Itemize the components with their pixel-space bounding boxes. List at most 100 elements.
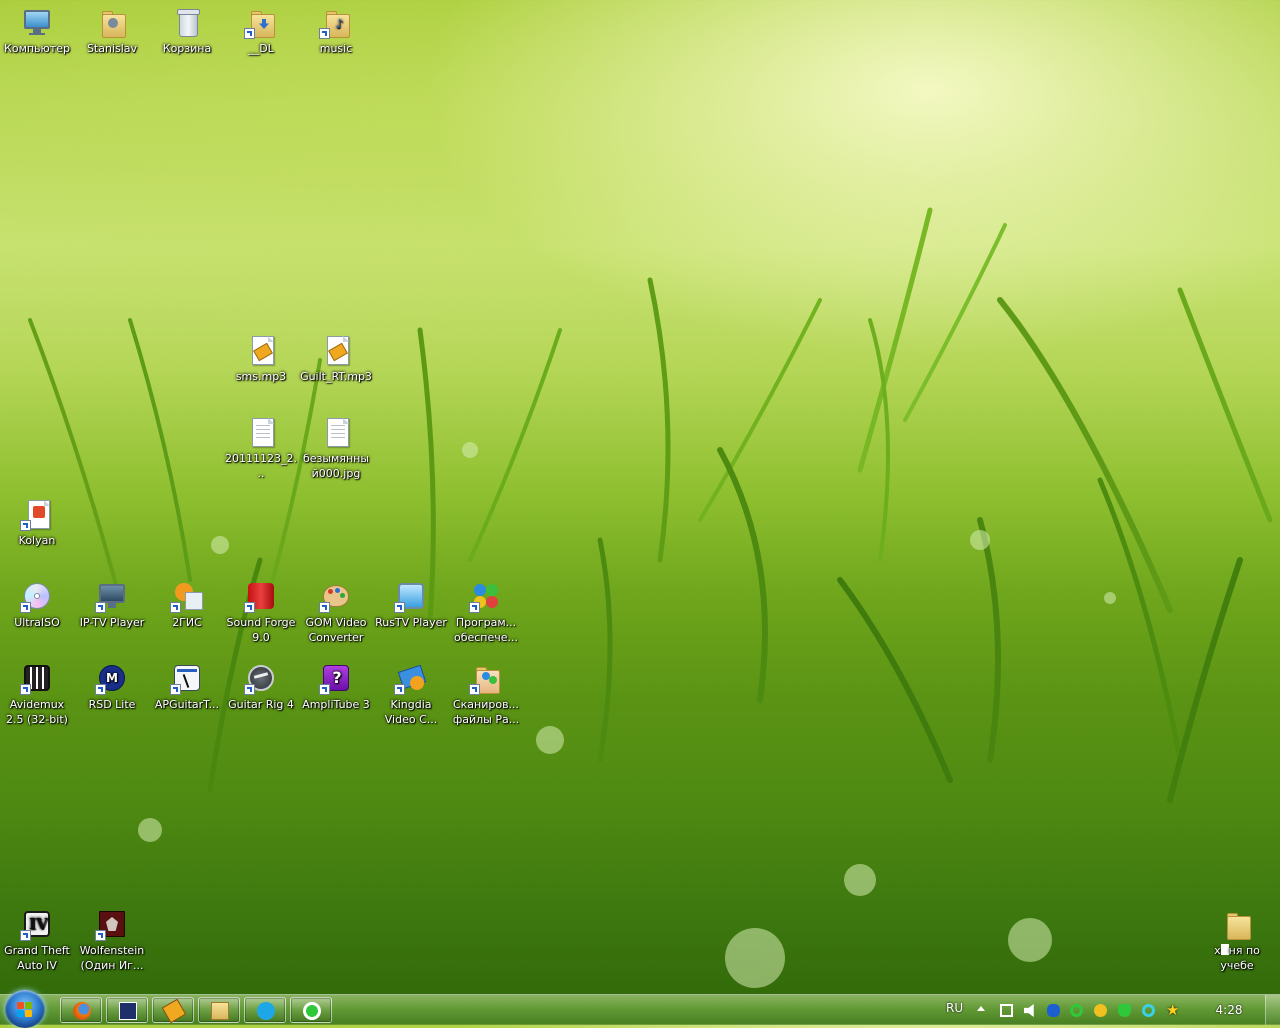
kingdia-shortcut[interactable]: Kingdia Video C...: [374, 662, 448, 727]
desktop-icon-label: Stanislav: [86, 42, 138, 55]
desktop-icon-label: UltraISO: [14, 616, 60, 629]
music-folder-shortcut[interactable]: ♪ music: [299, 6, 373, 56]
amplitube-icon: ?: [319, 662, 352, 695]
taskbar-icq-button[interactable]: [290, 997, 332, 1023]
image-file-icon: [245, 416, 277, 448]
start-button[interactable]: [5, 990, 45, 1028]
iptv-player-shortcut[interactable]: IP-TV Player: [75, 580, 149, 630]
desktop-icon-label: Kingdia Video C...: [384, 698, 438, 726]
gom-converter-shortcut[interactable]: GOM Video Converter: [299, 580, 373, 645]
messenger-icon[interactable]: [1142, 1004, 1155, 1017]
desktop-icon-label: безымянный000.jpg: [302, 452, 370, 480]
tv-icon: [95, 580, 128, 613]
explorer-icon: [211, 1002, 229, 1020]
disc-icon: [20, 580, 53, 613]
taskbar-jump-button[interactable]: [106, 997, 148, 1023]
user-folder-icon: [96, 6, 128, 38]
taskbar-firefox-button[interactable]: [60, 997, 102, 1023]
image-file-icon: [320, 416, 352, 448]
desktop-icon-label: music: [319, 42, 353, 55]
clock[interactable]: 4:28: [1204, 1003, 1254, 1017]
shield-icon[interactable]: [1118, 1004, 1131, 1017]
desktop-icon-label: Kolyan: [18, 534, 56, 547]
firefox-icon: [73, 1002, 91, 1020]
guitar-rig-shortcut[interactable]: Guitar Rig 4: [224, 662, 298, 712]
favorites-star-icon[interactable]: ★: [1166, 1003, 1179, 1018]
desktop-icon-label: Програм... обеспече...: [453, 616, 519, 644]
windows-flag-icon: [17, 1002, 24, 1009]
study-folder[interactable]: х ня по учебе: [1200, 908, 1274, 973]
apguitar-shortcut[interactable]: APGuitarT...: [150, 662, 224, 712]
desktop-icon-label: 2ГИС: [172, 616, 202, 629]
gta-iv-shortcut[interactable]: IV Grand Theft Auto IV: [0, 908, 74, 973]
user-folder-stanislav[interactable]: Stanislav: [75, 6, 149, 56]
windows-flag-icon: [17, 1010, 24, 1017]
network-icon[interactable]: [1000, 1004, 1013, 1017]
folder-icon: [1221, 908, 1253, 940]
dl-folder-shortcut[interactable]: __DL: [224, 6, 298, 56]
desktop-icon-label: sms.mp3: [235, 370, 287, 383]
scanned-files-shortcut[interactable]: Сканиров... файлы Ра...: [449, 662, 523, 727]
audio-file-icon: [245, 334, 277, 366]
desktop-icon-label: Avidemux 2.5 (32-bit): [6, 698, 68, 726]
audio-file-icon: [320, 334, 352, 366]
sound-forge-shortcut[interactable]: Sound Forge 9.0: [224, 580, 298, 645]
desktop-icon-label: RSD Lite: [88, 698, 136, 711]
computer-icon-item[interactable]: Компьютер: [0, 6, 74, 56]
system-tray: RU ★ 4:28: [940, 995, 1280, 1025]
taskbar-explorer-button[interactable]: [198, 997, 240, 1023]
desktop-icon-label: AmpliTube 3: [302, 698, 370, 711]
icq-icon: [303, 1002, 321, 1020]
sms-mp3-file[interactable]: sms.mp3: [224, 334, 298, 384]
desktop-icon-label: 20111123_2...: [225, 452, 297, 480]
desktop-icon-label: RusTV Player: [375, 616, 447, 629]
motorola-icon: M: [95, 662, 128, 695]
wolfenstein-icon: [95, 908, 128, 941]
desktop-icon-label: Wolfenstein (Один Иг...: [79, 944, 145, 972]
kolyan-app-icon: [20, 498, 53, 531]
music-folder-icon: ♪: [319, 6, 352, 39]
twogis-shortcut[interactable]: 2ГИС: [150, 580, 224, 630]
desktop-icon-label: IP-TV Player: [79, 616, 145, 629]
mail-agent-icon[interactable]: [1070, 1004, 1083, 1017]
user-status-icon[interactable]: [1094, 1004, 1107, 1017]
skype-icon: [257, 1002, 275, 1020]
desktop-icon-label: Guitar Rig 4: [228, 698, 294, 711]
desktop-icon-label: Guilt_RT.mp3: [300, 370, 372, 383]
palette-icon: [319, 580, 352, 613]
language-indicator[interactable]: RU: [946, 1001, 963, 1015]
volume-icon[interactable]: [1024, 1004, 1034, 1017]
rsd-lite-shortcut[interactable]: M RSD Lite: [75, 662, 149, 712]
amplitube-shortcut[interactable]: ? AmpliTube 3: [299, 662, 373, 712]
show-hidden-icons-arrow-icon[interactable]: [977, 1006, 985, 1011]
film-icon: [20, 662, 53, 695]
monitor-icon: [394, 580, 427, 613]
recycle-bin[interactable]: Корзина: [150, 6, 224, 56]
show-desktop-button[interactable]: [1265, 995, 1280, 1025]
tuner-icon: [170, 662, 203, 695]
grass-wallpaper: [28, 207, 1273, 988]
desktop-icon-label: APGuitarT...: [154, 698, 220, 711]
desktop-icon-label: Сканиров... файлы Ра...: [452, 698, 520, 726]
desktop-icon-label: Grand Theft Auto IV: [4, 944, 70, 972]
gta-iv-icon: IV: [20, 908, 53, 941]
software-folder-shortcut[interactable]: Програм... обеспече...: [449, 580, 523, 645]
recycle-bin-icon: [171, 6, 203, 38]
guilt-mp3-file[interactable]: Guilt_RT.mp3: [299, 334, 373, 384]
desktop-icon-label: __DL: [248, 42, 274, 55]
bluetooth-icon[interactable]: [1047, 1004, 1060, 1017]
taskbar-foobar-button[interactable]: [152, 997, 194, 1024]
folder-shortcut-icon: [244, 6, 277, 39]
scan-image-file[interactable]: 20111123_2...: [224, 416, 298, 481]
avidemux-shortcut[interactable]: Avidemux 2.5 (32-bit): [0, 662, 74, 727]
taskbar-skype-button[interactable]: [244, 997, 286, 1023]
untitled-jpg-file[interactable]: безымянный000.jpg: [299, 416, 373, 481]
ultraiso-shortcut[interactable]: UltraISO: [0, 580, 74, 630]
desktop-icon-label: Sound Forge 9.0: [226, 616, 296, 644]
software-icon: [469, 580, 502, 613]
computer-icon: [21, 6, 53, 38]
kolyan-shortcut[interactable]: Kolyan: [0, 498, 74, 548]
wolfenstein-shortcut[interactable]: Wolfenstein (Один Иг...: [75, 908, 149, 973]
rustv-player-shortcut[interactable]: RusTV Player: [374, 580, 448, 630]
jump-icon: [119, 1002, 137, 1020]
